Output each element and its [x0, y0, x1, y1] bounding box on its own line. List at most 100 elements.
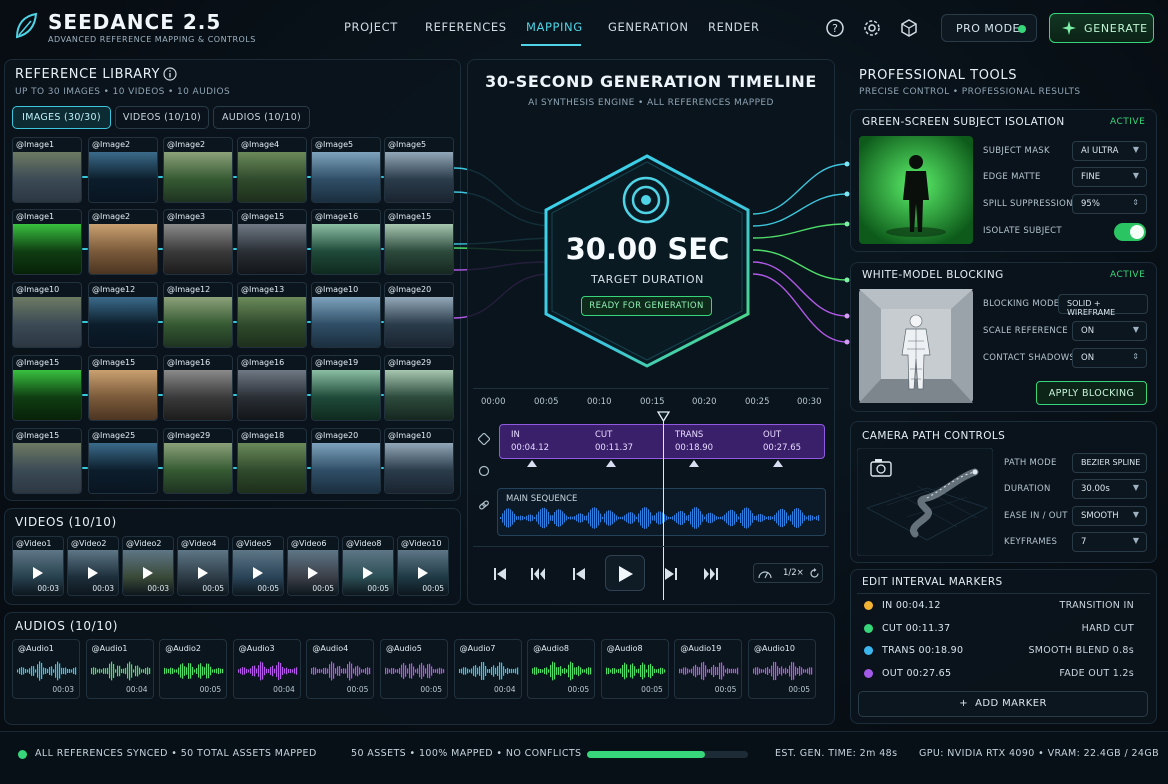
video-thumbnail[interactable]: @Video10 00:05	[397, 536, 449, 596]
edge-matte-select[interactable]: FINE ▼	[1072, 167, 1147, 187]
segment-out-name: OUT	[763, 430, 782, 440]
path-mode-select[interactable]: BEZIER SPLINE	[1072, 453, 1147, 473]
image-thumbnail[interactable]: @Image15	[237, 209, 307, 275]
image-thumbnail[interactable]: @Image2	[88, 209, 158, 275]
audio-thumbnail[interactable]: @Audio8 00:05	[527, 639, 596, 699]
audio-thumbnail[interactable]: @Audio2 00:05	[159, 639, 228, 699]
audio-thumbnail[interactable]: @Audio7 00:04	[453, 639, 522, 699]
image-thumbnail[interactable]: @Image15	[12, 428, 82, 494]
audio-thumbnail[interactable]: @Audio1 00:04	[85, 639, 154, 699]
settings-icon[interactable]	[862, 18, 882, 38]
audio-thumbnail[interactable]: @Audio1 00:03	[12, 639, 80, 699]
contact-shadows-stepper[interactable]: ON ⇕	[1072, 348, 1147, 368]
scale-reference-select[interactable]: ON ▼	[1072, 321, 1147, 341]
playhead-handle[interactable]	[657, 411, 670, 422]
nav-mapping[interactable]: MAPPING	[526, 20, 583, 34]
ease-select[interactable]: SMOOTH ▼	[1072, 506, 1147, 526]
isolate-subject-toggle[interactable]	[1114, 223, 1146, 241]
nav-project[interactable]: PROJECT	[344, 20, 398, 34]
image-thumbnail-label: @Image1	[16, 212, 55, 221]
audio-thumbnail[interactable]: @Audio8 00:05	[600, 639, 669, 699]
audio-thumbnail[interactable]: @Audio3 00:04	[232, 639, 301, 699]
ready-status-badge: READY FOR GENERATION	[581, 296, 712, 316]
move-tool-icon[interactable]	[478, 433, 490, 445]
image-thumbnail[interactable]: @Image2	[88, 137, 158, 203]
skip-end-icon[interactable]	[703, 566, 719, 582]
play-icon	[418, 567, 428, 579]
apply-blocking-button[interactable]: APPLY BLOCKING	[1036, 381, 1147, 405]
add-marker-button[interactable]: + ADD MARKER	[858, 691, 1148, 717]
marker-handle[interactable]	[606, 460, 616, 467]
image-thumbnail[interactable]: @Image10	[311, 282, 381, 348]
step-back-icon[interactable]	[571, 566, 587, 582]
audio-thumbnail[interactable]: @Audio4 00:05	[306, 639, 375, 699]
subject-mask-select[interactable]: AI ULTRA ▼	[1072, 141, 1147, 161]
image-thumbnail[interactable]: @Image1	[12, 209, 82, 275]
image-thumbnail[interactable]: @Image3	[163, 209, 233, 275]
video-thumbnail[interactable]: @Video5 00:05	[232, 536, 284, 596]
cube-icon[interactable]	[899, 18, 919, 38]
image-thumbnail[interactable]: @Image4	[237, 137, 307, 203]
image-thumbnail[interactable]: @Image25	[88, 428, 158, 494]
image-thumbnail[interactable]: @Image19	[311, 355, 381, 421]
audio-thumbnail-label: @Audio8	[533, 644, 570, 653]
plus-icon: +	[959, 698, 976, 709]
video-thumbnail[interactable]: @Video6 00:05	[287, 536, 339, 596]
generate-button[interactable]: GENERATE	[1049, 13, 1154, 43]
audio-thumbnail[interactable]: @Audio5 00:05	[380, 639, 448, 699]
nav-render[interactable]: RENDER	[708, 20, 760, 34]
previous-marker-icon[interactable]	[530, 566, 546, 582]
tab-images[interactable]: IMAGES (30/30)	[12, 106, 111, 129]
image-thumbnail[interactable]: @Image15	[88, 355, 158, 421]
white-model-title: WHITE-MODEL BLOCKING	[862, 269, 1004, 281]
help-icon[interactable]: ?	[825, 18, 845, 38]
video-thumbnail[interactable]: @Video4 00:05	[177, 536, 229, 596]
video-thumbnail[interactable]: @Video2 00:03	[122, 536, 174, 596]
skip-start-icon[interactable]	[492, 566, 508, 582]
link-icon[interactable]	[478, 499, 490, 511]
video-thumbnail[interactable]: @Video8 00:05	[342, 536, 394, 596]
step-forward-icon[interactable]	[663, 566, 679, 582]
nav-generation[interactable]: GENERATION	[608, 20, 689, 34]
playback-speed-control[interactable]: 1/2×	[753, 563, 823, 583]
audio-thumbnail[interactable]: @Audio19 00:05	[674, 639, 743, 699]
image-thumbnail-label: @Image20	[315, 431, 359, 440]
blocking-mode-select[interactable]: SOLID + WIREFRAME	[1058, 294, 1148, 317]
image-thumbnail[interactable]: @Image13	[237, 282, 307, 348]
image-thumbnail[interactable]: @Image10	[12, 282, 82, 348]
camera-duration-select[interactable]: 30.00s ▼	[1072, 479, 1147, 499]
image-thumbnail[interactable]: @Image29	[163, 428, 233, 494]
marker-handle[interactable]	[689, 460, 699, 467]
marker-handle[interactable]	[527, 460, 537, 467]
keyframes-select[interactable]: 7 ▼	[1072, 532, 1147, 552]
image-thumbnail[interactable]: @Image2	[163, 137, 233, 203]
image-thumbnail[interactable]: @Image16	[237, 355, 307, 421]
image-thumbnail[interactable]: @Image20	[311, 428, 381, 494]
audio-thumbnail[interactable]: @Audio10 00:05	[748, 639, 816, 699]
tick-label: 00:05	[534, 397, 559, 407]
video-thumbnail[interactable]: @Video1 00:03	[12, 536, 64, 596]
image-thumbnail[interactable]: @Image16	[311, 209, 381, 275]
image-thumbnail[interactable]: @Image1	[12, 137, 82, 203]
image-preview	[385, 443, 453, 493]
segment-cut-name: CUT	[595, 430, 613, 440]
image-thumbnail[interactable]: @Image12	[88, 282, 158, 348]
nav-references[interactable]: REFERENCES	[425, 20, 507, 34]
image-thumbnail[interactable]: @Image5	[311, 137, 381, 203]
play-button[interactable]	[605, 555, 645, 591]
tab-videos[interactable]: VIDEOS (10/10)	[115, 106, 209, 129]
play-icon	[619, 566, 633, 582]
image-thumbnail[interactable]: @Image15	[12, 355, 82, 421]
info-icon[interactable]	[163, 67, 177, 81]
video-thumbnail[interactable]: @Video2 00:03	[67, 536, 119, 596]
image-thumbnail[interactable]: @Image18	[237, 428, 307, 494]
image-thumbnail[interactable]: @Image29	[384, 355, 454, 421]
pro-mode-toggle[interactable]: PRO MODE	[941, 14, 1037, 42]
image-thumbnail[interactable]: @Image12	[163, 282, 233, 348]
spill-suppression-stepper[interactable]: 95% ⇕	[1072, 194, 1147, 214]
image-thumbnail[interactable]: @Image10	[384, 428, 454, 494]
image-thumbnail[interactable]: @Image16	[163, 355, 233, 421]
tab-audios[interactable]: AUDIOS (10/10)	[213, 106, 310, 129]
loop-icon[interactable]	[478, 465, 490, 477]
marker-handle[interactable]	[773, 460, 783, 467]
